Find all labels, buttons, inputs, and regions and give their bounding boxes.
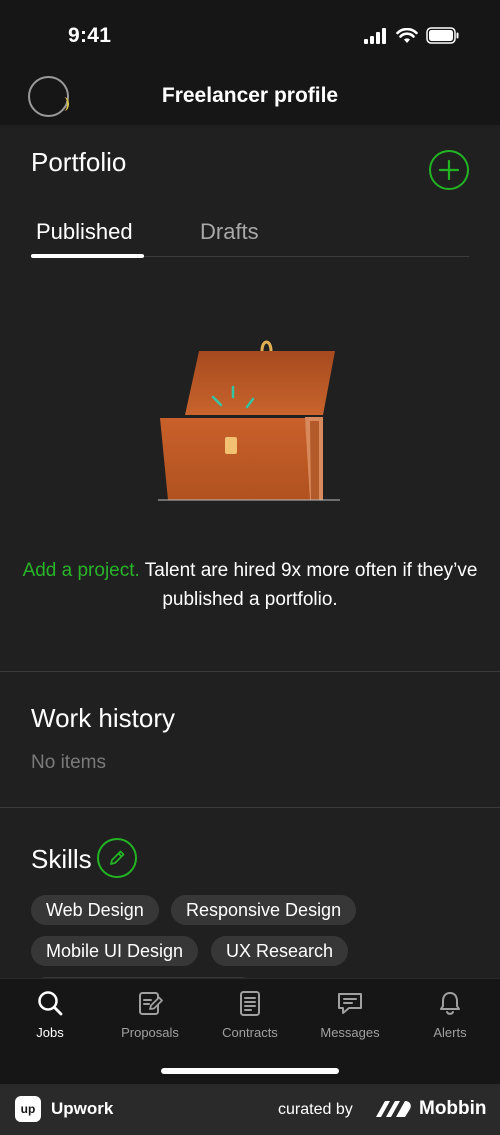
status-bar: 9:41 [0,0,500,72]
skill-chip[interactable]: Mobile UI Design [31,936,199,966]
tabbar-label: Contracts [222,1025,278,1040]
add-portfolio-button[interactable] [429,150,469,190]
mobbin-label: Mobbin [419,1098,487,1119]
portfolio-title: Portfolio [31,147,127,177]
promo-description: Talent are hired 9x more often if they’v… [139,560,478,610]
bottom-tab-bar: Jobs Proposals Contracts Messages Alerts [0,978,500,1084]
tabbar-item-contracts[interactable]: Contracts [200,989,300,1045]
bell-icon [440,992,460,1015]
attribution-footer: up Upwork curated by Mobbin [0,1084,500,1135]
edit-skills-button[interactable] [97,838,137,878]
active-tab-indicator [31,254,144,258]
section-divider [0,807,500,808]
page-title: Freelancer profile [161,84,339,107]
portfolio-tabs: Published Drafts [31,215,469,258]
tabbar-item-messages[interactable]: Messages [300,989,400,1045]
signal-icon [364,27,386,44]
tab-published[interactable]: Published [36,219,133,245]
tabbar-item-jobs[interactable]: Jobs [0,989,100,1045]
profile-content[interactable]: Portfolio Published Drafts Add a project… [0,125,500,978]
skill-chip[interactable]: Web Design [31,895,159,925]
messages-icon [338,993,362,1014]
upwork-label: Upwork [51,1099,114,1118]
add-project-link[interactable]: Add a project. [23,560,140,581]
wifi-icon [396,27,418,43]
skill-chip[interactable]: Responsive Design [171,895,357,925]
skill-chip[interactable]: UX Research [211,936,349,966]
status-icons [364,27,460,44]
curated-by-label: curated by [278,1101,353,1118]
status-time: 9:41 [68,24,112,47]
pencil-icon [110,850,125,865]
tabbar-item-alerts[interactable]: Alerts [400,989,500,1045]
tabbar-label: Proposals [121,1025,179,1040]
empty-portfolio-briefcase-illustration [158,340,340,501]
tab-drafts[interactable]: Drafts [200,219,259,245]
work-history-empty: No items [31,752,106,773]
plus-icon [438,159,460,181]
battery-icon [426,27,459,44]
skills-title: Skills [31,844,92,874]
home-indicator[interactable] [161,1068,339,1074]
contracts-icon [240,991,260,1016]
tabbar-item-proposals[interactable]: Proposals [100,989,200,1045]
app-header: Freelancer profile [0,72,500,125]
proposals-icon [139,992,163,1015]
mobbin-logo-icon [376,1101,411,1117]
portfolio-promo-text: Add a project. Talent are hired 9x more … [20,556,480,614]
section-divider [0,671,500,672]
tabbar-label: Messages [320,1025,380,1040]
search-icon [38,991,63,1016]
upwork-logo-icon: up [15,1096,41,1122]
tabbar-label: Jobs [36,1025,64,1040]
work-history-title: Work history [31,703,175,733]
tabbar-label: Alerts [433,1025,467,1040]
